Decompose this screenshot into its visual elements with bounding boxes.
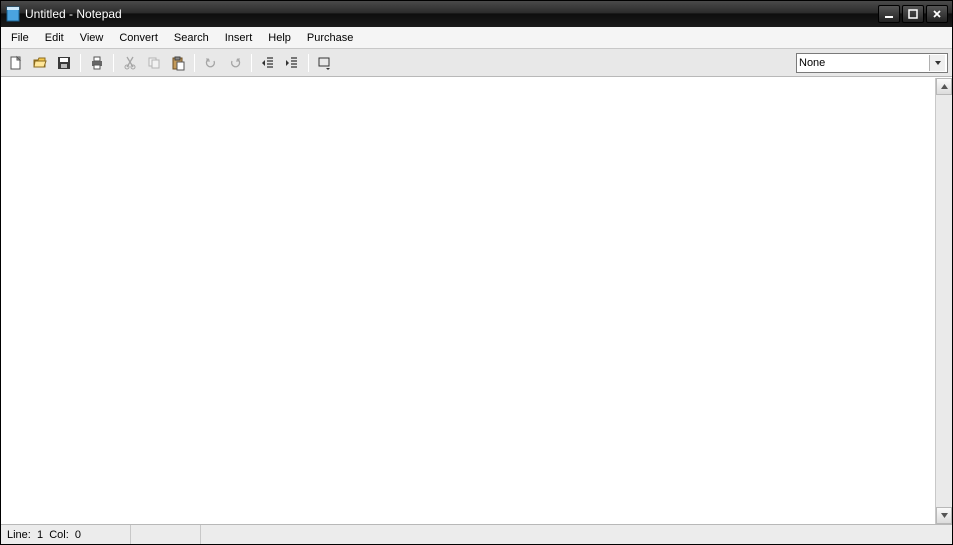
print-button[interactable] <box>86 52 108 74</box>
paste-button[interactable] <box>167 52 189 74</box>
status-bar: Line: 1 Col: 0 <box>1 524 952 544</box>
paste-icon <box>170 55 186 71</box>
redo-icon <box>227 55 243 71</box>
status-panel-3 <box>201 525 952 544</box>
status-col-label: Col: <box>49 529 69 541</box>
menu-bar: File Edit View Convert Search Insert Hel… <box>1 27 952 49</box>
menu-convert[interactable]: Convert <box>111 27 166 48</box>
toolbar-separator <box>80 54 81 72</box>
menu-purchase[interactable]: Purchase <box>299 27 361 48</box>
indent-icon <box>284 55 300 71</box>
indent-button[interactable] <box>281 52 303 74</box>
menu-edit[interactable]: Edit <box>37 27 72 48</box>
copy-button[interactable] <box>143 52 165 74</box>
copy-icon <box>146 55 162 71</box>
status-line-label: Line: <box>7 529 31 541</box>
open-file-button[interactable] <box>29 52 51 74</box>
status-line-value: 1 <box>37 529 43 541</box>
undo-button[interactable] <box>200 52 222 74</box>
menu-help[interactable]: Help <box>260 27 299 48</box>
outdent-button[interactable] <box>257 52 279 74</box>
minimize-button[interactable] <box>878 5 900 23</box>
toolbar-separator <box>194 54 195 72</box>
new-file-button[interactable] <box>5 52 27 74</box>
close-button[interactable] <box>926 5 948 23</box>
title-bar: Untitled - Notepad <box>1 1 952 27</box>
toolbar-options-button[interactable] <box>314 52 336 74</box>
text-editor[interactable] <box>1 78 935 524</box>
status-cursor-position: Line: 1 Col: 0 <box>1 525 131 544</box>
toolbar: None <box>1 49 952 77</box>
window-controls <box>878 5 948 23</box>
outdent-icon <box>260 55 276 71</box>
cut-icon <box>122 55 138 71</box>
scroll-down-button[interactable] <box>936 507 952 524</box>
toolbar-separator <box>251 54 252 72</box>
undo-icon <box>203 55 219 71</box>
app-icon <box>5 6 21 22</box>
toolbar-separator <box>308 54 309 72</box>
menu-file[interactable]: File <box>3 27 37 48</box>
menu-search[interactable]: Search <box>166 27 217 48</box>
redo-button[interactable] <box>224 52 246 74</box>
cut-button[interactable] <box>119 52 141 74</box>
new-file-icon <box>8 55 24 71</box>
maximize-button[interactable] <box>902 5 924 23</box>
scroll-up-button[interactable] <box>936 78 952 95</box>
print-icon <box>89 55 105 71</box>
vertical-scrollbar[interactable] <box>935 78 952 524</box>
syntax-combo[interactable]: None <box>796 53 948 73</box>
status-col-value: 0 <box>75 529 81 541</box>
menu-insert[interactable]: Insert <box>217 27 261 48</box>
syntax-combo-value: None <box>799 57 825 69</box>
editor-area <box>1 77 952 524</box>
open-folder-icon <box>32 55 48 71</box>
save-icon <box>56 55 72 71</box>
scroll-track[interactable] <box>936 95 952 507</box>
toolbar-dropdown-icon <box>317 55 333 71</box>
chevron-down-icon <box>929 55 945 71</box>
status-panel-2 <box>131 525 201 544</box>
window-title: Untitled - Notepad <box>25 7 878 21</box>
toolbar-separator <box>113 54 114 72</box>
save-button[interactable] <box>53 52 75 74</box>
menu-view[interactable]: View <box>72 27 112 48</box>
